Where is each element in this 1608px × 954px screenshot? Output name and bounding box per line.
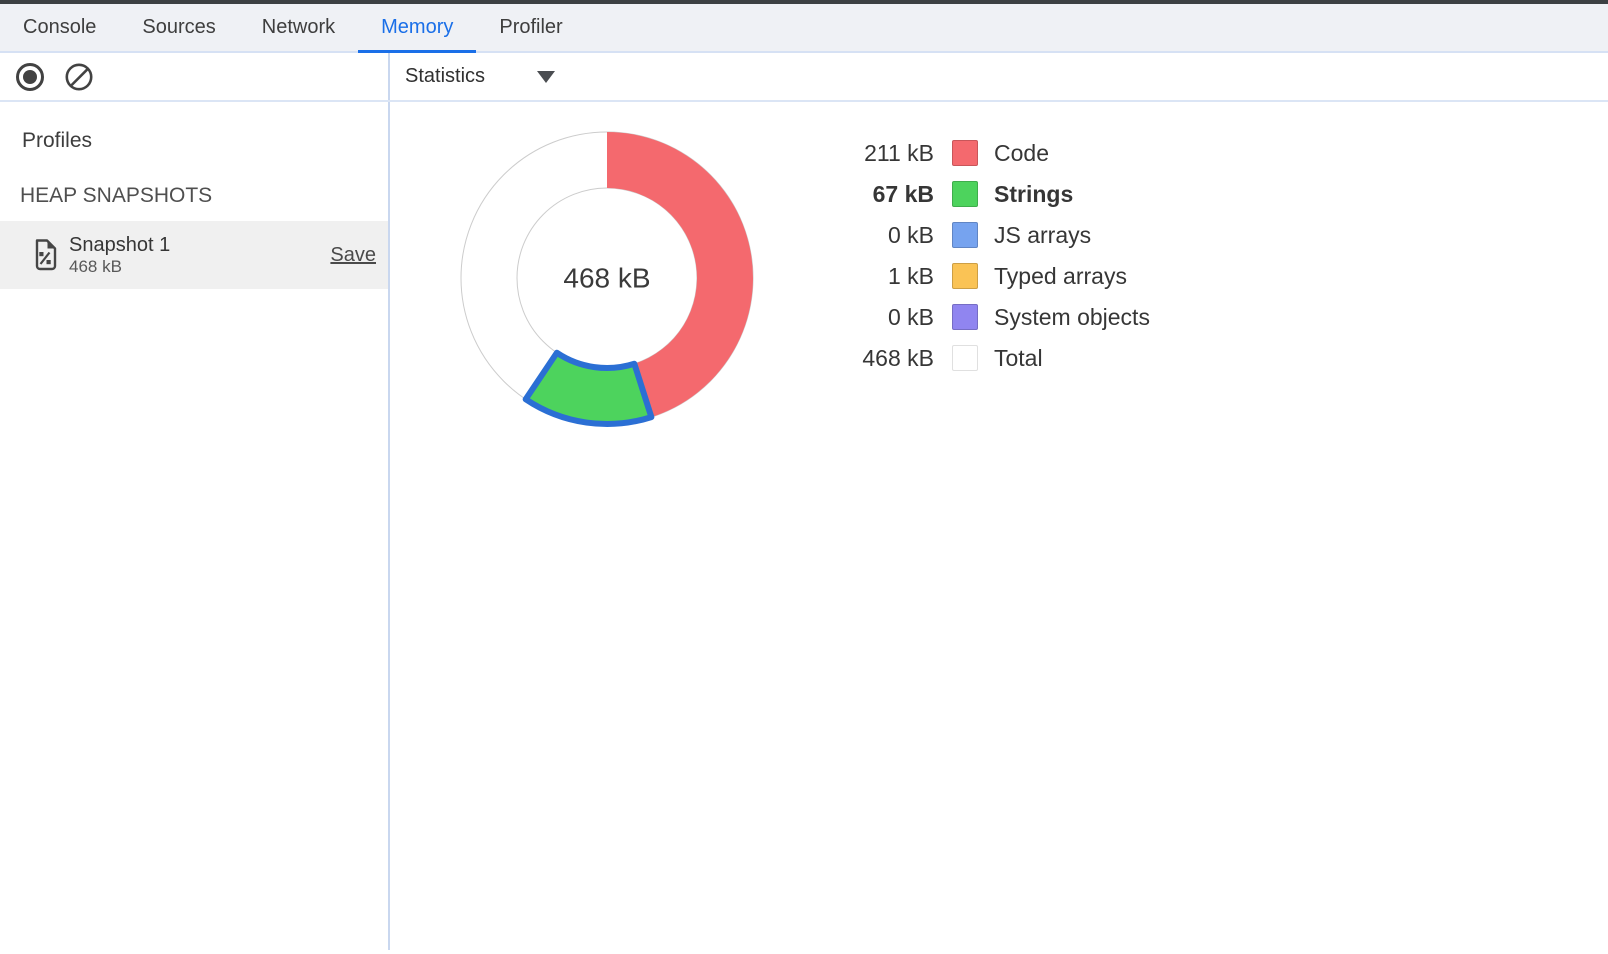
snapshot-file-icon [30,238,58,272]
toolbar-left-section [0,53,390,100]
snapshot-list-item[interactable]: Snapshot 1 468 kB Save [0,221,388,289]
legend-swatch-code [952,140,978,166]
legend-label: Total [994,345,1043,372]
legend-label: System objects [994,304,1150,331]
legend-row-strings[interactable]: 67 kB Strings [824,181,1150,207]
legend-label: Strings [994,181,1073,208]
tab-memory[interactable]: Memory [358,4,476,51]
snapshot-text: Snapshot 1 468 kB [69,233,170,277]
legend-label: JS arrays [994,222,1091,249]
chart-legend: 211 kB Code 67 kB Strings 0 kB JS arrays… [824,140,1150,386]
memory-toolbar: Statistics [0,53,1608,102]
clear-profiles-button[interactable] [64,62,94,92]
tab-network[interactable]: Network [239,4,358,51]
toolbar-right-section: Statistics [390,53,1608,100]
legend-label: Typed arrays [994,263,1127,290]
legend-row-typed-arrays[interactable]: 1 kB Typed arrays [824,263,1150,289]
legend-row-system-objects[interactable]: 0 kB System objects [824,304,1150,330]
legend-swatch-total [952,345,978,371]
devtools-tab-bar: Console Sources Network Memory Profiler [0,4,1608,53]
legend-value: 67 kB [824,181,934,208]
save-link[interactable]: Save [330,244,376,267]
snapshot-name: Snapshot 1 [69,233,170,257]
heap-snapshots-section-title: HEAP SNAPSHOTS [20,183,388,208]
legend-value: 211 kB [824,140,934,167]
perspective-select[interactable]: Statistics [405,65,555,88]
profiles-sidebar: Profiles HEAP SNAPSHOTS Snapshot 1 468 k… [0,102,390,950]
donut-segment-strings[interactable] [526,353,652,424]
tab-profiler[interactable]: Profiler [476,4,585,51]
legend-row-total[interactable]: 468 kB Total [824,345,1150,371]
chevron-down-icon [537,71,555,83]
legend-swatch-typed-arrays [952,263,978,289]
record-icon [23,70,37,84]
legend-row-code[interactable]: 211 kB Code [824,140,1150,166]
legend-swatch-system-objects [952,304,978,330]
profiles-title: Profiles [22,128,388,153]
legend-value: 0 kB [824,304,934,331]
legend-value: 0 kB [824,222,934,249]
legend-value: 468 kB [824,345,934,372]
snapshot-size: 468 kB [69,257,170,277]
chart-center-label: 468 kB [563,263,650,294]
heap-donut-chart[interactable]: 468 kB [457,128,757,428]
legend-row-js-arrays[interactable]: 0 kB JS arrays [824,222,1150,248]
legend-swatch-js-arrays [952,222,978,248]
legend-value: 1 kB [824,263,934,290]
tab-sources[interactable]: Sources [119,4,238,51]
record-heap-snapshot-button[interactable] [16,63,44,91]
legend-swatch-strings [952,181,978,207]
statistics-panel: 468 kB 211 kB Code 67 kB Strings 0 kB JS… [390,102,1608,950]
perspective-select-label: Statistics [405,65,485,88]
tab-console[interactable]: Console [0,4,119,51]
legend-label: Code [994,140,1049,167]
